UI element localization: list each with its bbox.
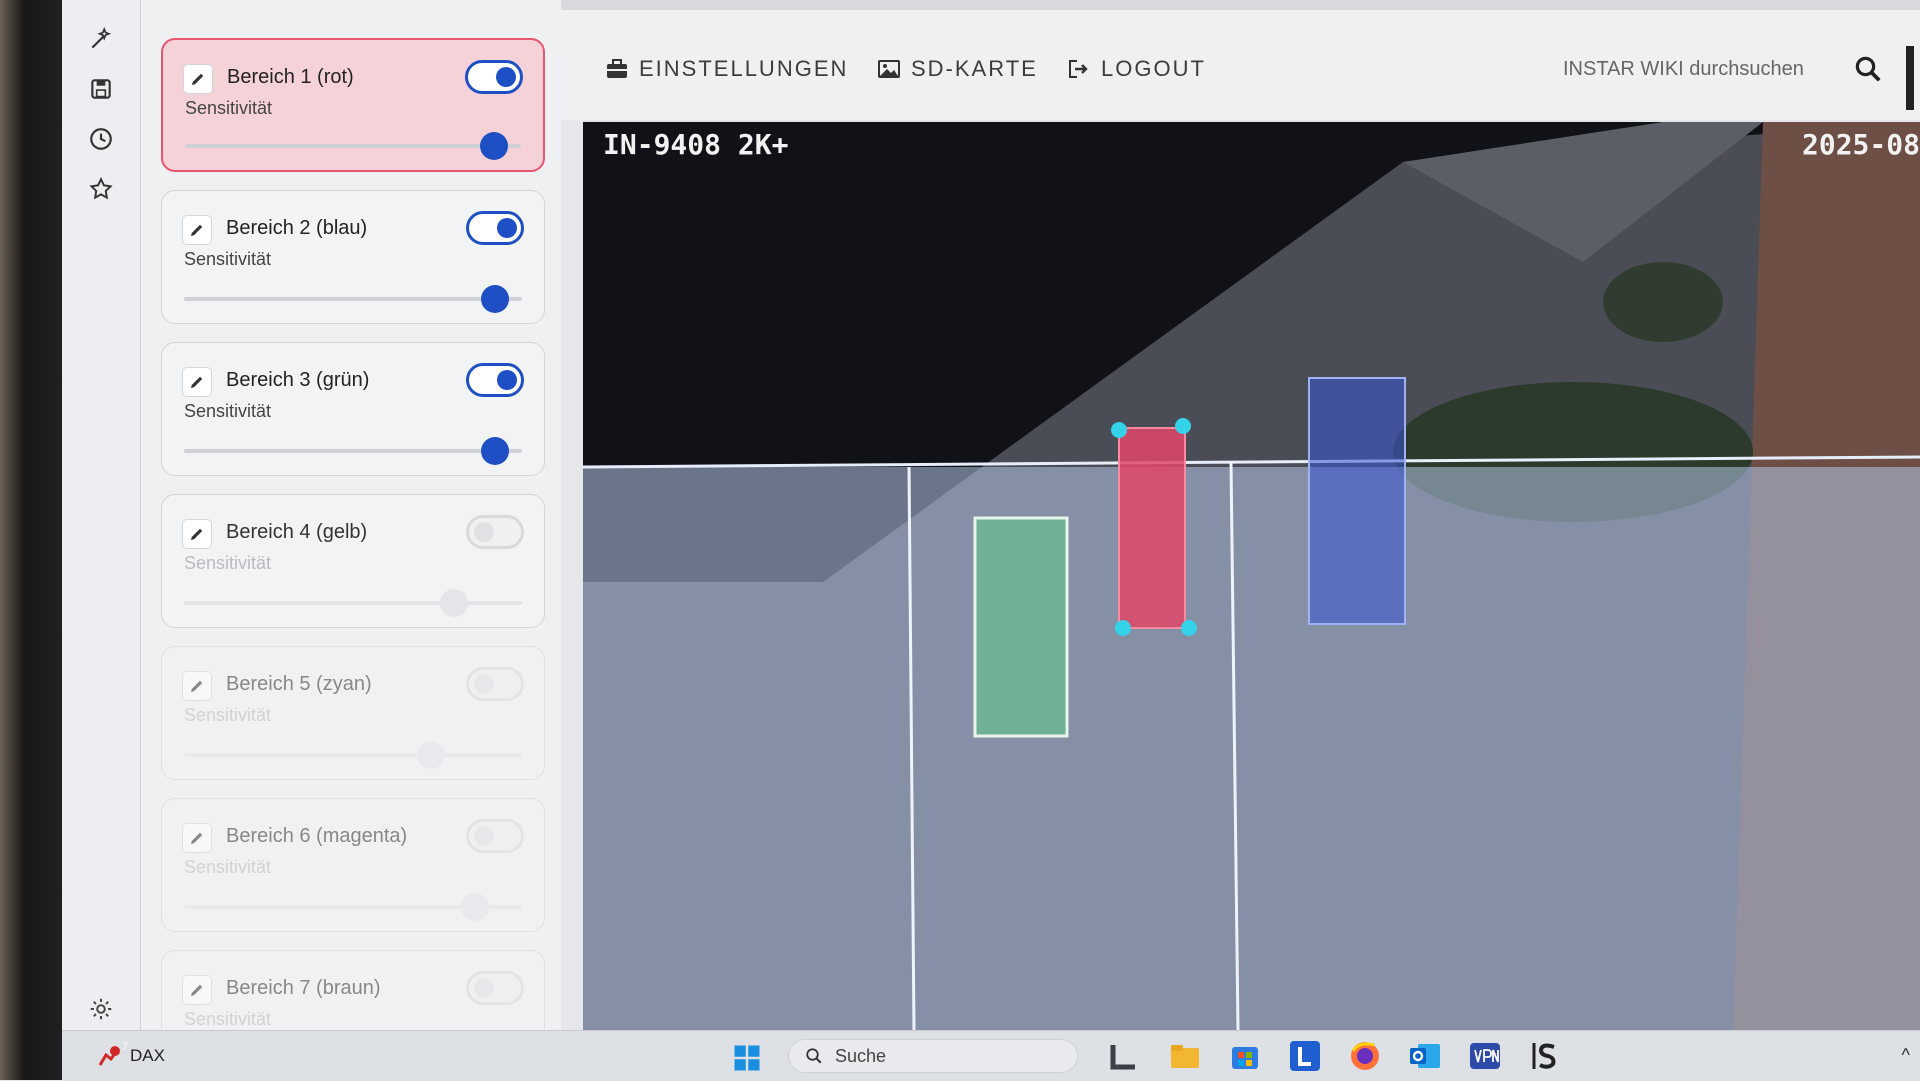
vpn-icon[interactable] bbox=[1468, 1039, 1502, 1073]
sensitivity-slider[interactable] bbox=[185, 132, 521, 160]
toolbox-icon bbox=[607, 59, 627, 78]
gear-icon[interactable] bbox=[88, 996, 114, 1022]
sensitivity-slider[interactable] bbox=[184, 589, 522, 617]
sensitivity-slider[interactable] bbox=[184, 285, 522, 313]
windows-taskbar: 7 DAX Suche ^ bbox=[62, 1030, 1920, 1081]
s-app-icon[interactable] bbox=[1528, 1039, 1562, 1073]
star-icon[interactable] bbox=[88, 176, 114, 202]
search-icon[interactable] bbox=[1853, 54, 1883, 84]
dax-widget[interactable]: 7 DAX bbox=[98, 1041, 165, 1067]
edit-icon[interactable] bbox=[183, 64, 213, 94]
area-card-5[interactable]: Bereich 5 (zyan) Sensitivität bbox=[161, 646, 545, 780]
area-toggle[interactable] bbox=[466, 971, 524, 1005]
explorer-icon[interactable] bbox=[1168, 1039, 1202, 1073]
stock-chart-icon bbox=[98, 1046, 120, 1066]
l-app-icon[interactable] bbox=[1288, 1039, 1322, 1073]
screen-bezel bbox=[0, 0, 62, 1080]
camera-date-overlay: 2025-08 bbox=[1801, 128, 1920, 161]
area-name: Bereich 3 (grün) bbox=[226, 369, 370, 391]
clock-icon[interactable] bbox=[88, 126, 114, 152]
area-name: Bereich 1 (rot) bbox=[227, 66, 354, 88]
area-card-1[interactable]: Bereich 1 (rot) Sensitivität bbox=[161, 38, 545, 172]
sensitivity-label: Sensitivität bbox=[184, 249, 272, 269]
slider-thumb[interactable] bbox=[480, 437, 509, 465]
area-card-7[interactable]: Bereich 7 (braun) Sensitivität bbox=[161, 950, 545, 1030]
firefox-icon[interactable] bbox=[1348, 1039, 1382, 1073]
edit-icon[interactable] bbox=[182, 975, 212, 1005]
area-toggle[interactable] bbox=[466, 819, 524, 853]
area-name: Bereich 2 (blau) bbox=[226, 217, 368, 239]
chevron-up-icon[interactable]: ^ bbox=[1902, 1045, 1910, 1066]
outlook-icon[interactable] bbox=[1408, 1039, 1442, 1073]
slider-thumb[interactable] bbox=[440, 589, 469, 617]
sensitivity-label: Sensitivität bbox=[184, 705, 272, 725]
nav-sdcard[interactable]: SD-KARTE bbox=[877, 56, 1038, 82]
slider-thumb[interactable] bbox=[480, 285, 509, 313]
area-toggle[interactable] bbox=[466, 363, 524, 397]
area-name: Bereich 6 (magenta) bbox=[226, 825, 408, 847]
dax-badge: 7 bbox=[122, 1041, 129, 1053]
sensitivity-slider[interactable] bbox=[184, 437, 522, 465]
edit-icon[interactable] bbox=[182, 215, 212, 245]
area-box-blue bbox=[1308, 377, 1406, 625]
sensitivity-label: Sensitivität bbox=[184, 553, 272, 573]
area-card-4[interactable]: Bereich 4 (gelb) Sensitivität bbox=[161, 494, 545, 628]
area-card-6[interactable]: Bereich 6 (magenta) Sensitivität bbox=[161, 798, 545, 932]
nav-logout[interactable]: LOGOUT bbox=[1067, 56, 1206, 82]
edit-icon[interactable] bbox=[182, 823, 212, 853]
area-toggle[interactable] bbox=[466, 211, 524, 245]
detection-areas-sidebar: Bereich 1 (rot) Sensitivität Bereich 2 (… bbox=[141, 0, 561, 1030]
nav-settings-label: EINSTELLUNGEN bbox=[639, 56, 849, 81]
area-toggle[interactable] bbox=[465, 60, 523, 94]
area-name: Bereich 7 (braun) bbox=[226, 977, 381, 999]
sensitivity-label: Sensitivität bbox=[184, 401, 272, 421]
slider-thumb[interactable] bbox=[460, 893, 489, 921]
sensitivity-label: Sensitivität bbox=[185, 98, 273, 118]
area-toggle[interactable] bbox=[466, 667, 524, 701]
resize-handle bbox=[1181, 620, 1197, 636]
resize-handle bbox=[1175, 418, 1191, 434]
windows-start-icon[interactable] bbox=[732, 1043, 762, 1073]
edit-icon[interactable] bbox=[182, 367, 212, 397]
edit-icon[interactable] bbox=[182, 519, 212, 549]
logout-icon bbox=[1069, 60, 1088, 78]
nav-sdcard-label: SD-KARTE bbox=[911, 56, 1038, 81]
area-name: Bereich 4 (gelb) bbox=[226, 521, 368, 543]
nav-settings[interactable]: EINSTELLUNGEN bbox=[605, 56, 848, 82]
wizard-icon[interactable] bbox=[88, 26, 114, 52]
sensitivity-label: Sensitivität bbox=[184, 857, 272, 877]
camera-live-view[interactable]: IN-9408 2K+ 2025-08 bbox=[583, 122, 1920, 1030]
store-icon[interactable] bbox=[1228, 1039, 1262, 1073]
sensitivity-label: Sensitivität bbox=[184, 1009, 272, 1029]
icon-rail bbox=[62, 0, 141, 1030]
area-card-2[interactable]: Bereich 2 (blau) Sensitivität bbox=[161, 190, 545, 324]
sensitivity-slider[interactable] bbox=[184, 741, 522, 769]
nav-logout-label: LOGOUT bbox=[1101, 56, 1206, 81]
window-edge bbox=[1906, 46, 1914, 110]
sensitivity-slider[interactable] bbox=[184, 893, 522, 921]
area-toggle[interactable] bbox=[466, 515, 524, 549]
area-name: Bereich 5 (zyan) bbox=[226, 673, 372, 695]
search-icon bbox=[806, 1048, 822, 1064]
file-manager-icon[interactable] bbox=[1107, 1039, 1141, 1073]
area-box-red bbox=[1118, 427, 1186, 629]
wiki-search-input[interactable] bbox=[1561, 52, 1855, 86]
dax-label: DAX bbox=[130, 1046, 165, 1065]
taskbar-search[interactable]: Suche bbox=[788, 1039, 1078, 1073]
camera-model-overlay: IN-9408 2K+ bbox=[603, 128, 789, 161]
resize-handle bbox=[1111, 422, 1127, 438]
slider-thumb[interactable] bbox=[416, 741, 445, 769]
top-navigation: EINSTELLUNGEN SD-KARTE LOGOUT bbox=[561, 10, 1920, 120]
area-box-green bbox=[973, 516, 1069, 738]
camera-scene bbox=[583, 122, 1920, 1030]
save-icon[interactable] bbox=[88, 76, 114, 102]
edit-icon[interactable] bbox=[182, 671, 212, 701]
resize-handle bbox=[1115, 620, 1131, 636]
area-card-3[interactable]: Bereich 3 (grün) Sensitivität bbox=[161, 342, 545, 476]
slider-thumb[interactable] bbox=[480, 132, 509, 160]
taskbar-search-label: Suche bbox=[835, 1045, 887, 1066]
image-icon bbox=[878, 60, 900, 78]
